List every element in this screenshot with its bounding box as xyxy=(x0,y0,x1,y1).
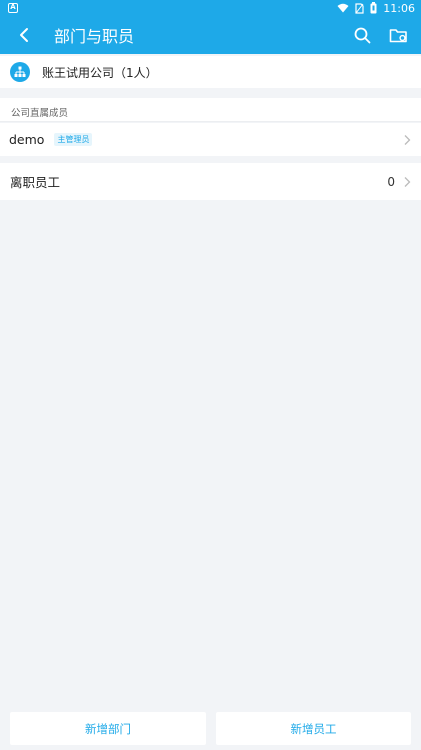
back-arrow-icon xyxy=(20,28,28,42)
section-label: 公司直属成员 xyxy=(0,98,421,122)
bottom-action-bar: 新增部门 新增员工 xyxy=(0,710,421,746)
member-row[interactable]: demo 主管理员 xyxy=(0,123,421,156)
org-chart-icon xyxy=(10,62,30,82)
company-name: 账王试用公司（1人） xyxy=(42,65,158,80)
page-title: 部门与职员 xyxy=(54,27,135,46)
status-left: A xyxy=(8,3,18,13)
status-badge: A xyxy=(8,3,18,13)
company-row[interactable]: 账王试用公司（1人） xyxy=(0,56,421,88)
no-sim-icon xyxy=(355,2,364,14)
add-department-button[interactable]: 新增部门 xyxy=(10,712,206,745)
status-right: 11:06 xyxy=(337,2,415,15)
resigned-count: 0 xyxy=(387,174,395,189)
add-employee-button[interactable]: 新增员工 xyxy=(216,712,411,745)
status-bar: A 11:06 xyxy=(0,0,421,16)
resigned-employees-row[interactable]: 离职员工 0 xyxy=(0,163,421,200)
chevron-right-icon xyxy=(404,130,411,149)
chevron-right-icon xyxy=(404,172,411,191)
app-bar: 部门与职员 xyxy=(0,16,421,54)
search-button[interactable] xyxy=(351,24,373,46)
role-badge: 主管理员 xyxy=(54,133,93,146)
app-bar-actions xyxy=(351,24,421,46)
status-time: 11:06 xyxy=(383,1,415,15)
resigned-label: 离职员工 xyxy=(10,175,61,190)
search-icon xyxy=(354,27,370,43)
folder-settings-button[interactable] xyxy=(387,24,409,46)
battery-icon xyxy=(370,2,377,14)
wifi-icon xyxy=(337,3,349,13)
back-button[interactable] xyxy=(0,16,48,54)
member-name: demo xyxy=(9,132,45,147)
folder-settings-icon xyxy=(389,28,407,42)
